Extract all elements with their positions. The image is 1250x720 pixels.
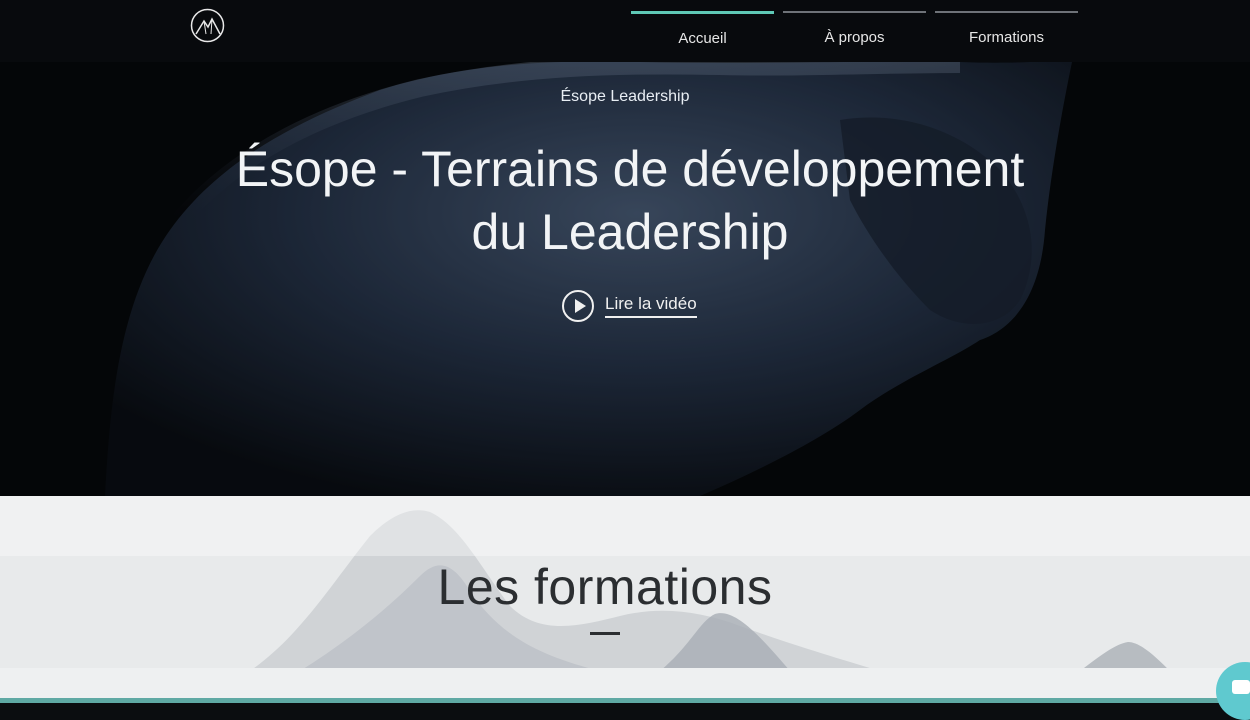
- section-divider: [590, 632, 620, 635]
- formations-section: Les formations: [0, 496, 1250, 703]
- accent-strip: [0, 698, 1250, 703]
- mountain-circle-logo[interactable]: [190, 8, 225, 43]
- top-navigation: Accueil À propos Formations: [0, 0, 1250, 62]
- nav-item-a-propos[interactable]: À propos: [783, 11, 926, 53]
- hero-title-line-1: Ésope - Terrains de développement: [235, 141, 1025, 197]
- nav-item-formations[interactable]: Formations: [935, 11, 1078, 53]
- section-title: Les formations: [437, 559, 773, 615]
- play-video-link[interactable]: Lire la vidéo: [562, 288, 697, 324]
- nav-item-accueil[interactable]: Accueil: [631, 11, 774, 54]
- hero-title-line-2: du Leadership: [471, 204, 789, 260]
- hero-title: Ésope - Terrains de développement du Lea…: [190, 138, 1070, 264]
- hero-banner: Accueil À propos Formations Ésope Leader…: [0, 0, 1250, 496]
- play-icon[interactable]: [562, 290, 594, 322]
- play-video-label[interactable]: Lire la vidéo: [605, 294, 697, 318]
- hero-eyebrow: Ésope Leadership: [560, 88, 690, 105]
